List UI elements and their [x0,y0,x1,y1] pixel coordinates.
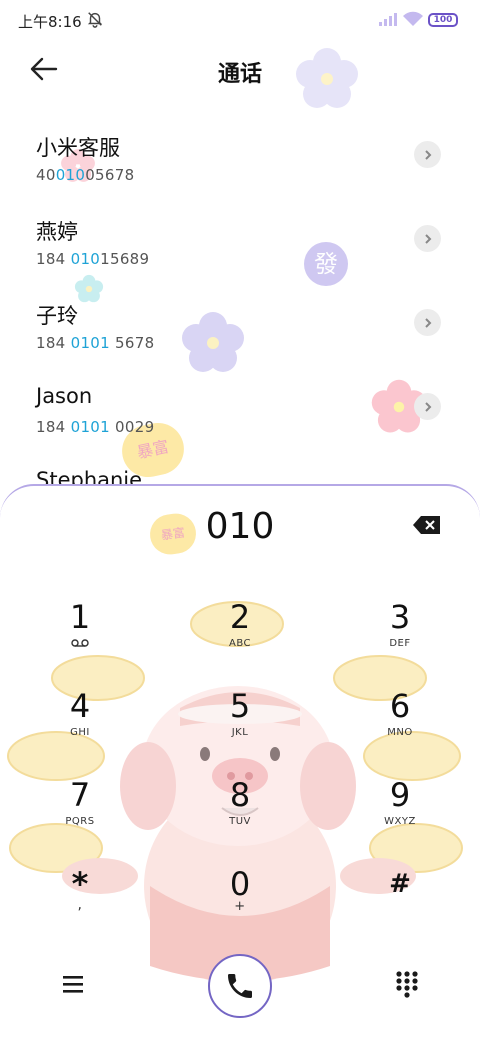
backspace-icon[interactable] [412,515,442,535]
status-bar: 上午8:16 100 [0,0,480,40]
contact-detail-button[interactable] [414,393,441,420]
contact-detail-button[interactable] [414,141,441,168]
signal-icon [379,13,397,26]
wifi-icon [403,11,423,26]
contact-item[interactable]: 小米客服 4001005678 [0,132,480,216]
contact-number: 4001005678 [36,166,135,184]
key-letters: , [77,897,83,913]
key-5[interactable]: 5 JKL [190,687,290,757]
key-1[interactable]: 1 [30,598,130,668]
key-letters: MNO [387,727,413,738]
contact-number: 184 0101 5678 [36,334,155,352]
key-digit: 7 [69,776,91,814]
key-letters: GHI [70,727,90,738]
key-digit: # [389,869,411,899]
dialpad-toggle-icon[interactable] [394,970,420,998]
key-digit: 5 [229,687,251,725]
contact-item[interactable]: 燕婷 184 01015689 [0,216,480,300]
key-digit: 3 [389,598,411,636]
key-letters: TUV [229,816,251,827]
key-7[interactable]: 7 PQRS [30,776,130,846]
key-letters: PQRS [65,816,95,827]
key-letters: DEF [389,638,411,649]
key-letters: ABC [228,638,251,649]
key-6[interactable]: 6 MNO [350,687,450,757]
contact-number: 184 0101 0029 [36,418,155,436]
dialed-number-display: 010 [205,506,275,547]
chevron-right-icon [424,149,431,160]
menu-icon[interactable] [60,972,86,996]
contact-detail-button[interactable] [414,225,441,252]
chevron-right-icon [424,401,431,412]
key-digit: 2 [229,598,251,636]
key-8[interactable]: 8 TUV [190,776,290,846]
battery-indicator: 100 [428,13,458,27]
key-digit: 4 [69,687,91,725]
bell-mute-icon [87,12,103,28]
key-letters: WXYZ [384,816,416,827]
key-digit: 6 [389,687,411,725]
key-2[interactable]: 2 ABC [190,598,290,668]
key-4[interactable]: 4 GHI [30,687,130,757]
key-star[interactable]: * , [30,865,130,935]
contact-number: 184 01015689 [36,250,150,268]
phone-icon [228,974,252,998]
status-time: 上午8:16 [18,13,82,31]
call-button[interactable] [208,954,272,1018]
key-0[interactable]: 0 + [190,865,290,935]
contact-name: 小米客服 [36,136,120,160]
key-hash[interactable]: # [350,865,450,935]
key-letters: + [234,899,246,914]
key-digit: 8 [229,776,251,814]
chevron-right-icon [424,317,431,328]
contact-name: Jason [36,384,93,408]
key-letters: JKL [231,727,249,738]
key-digit: 9 [389,776,411,814]
contact-item[interactable]: 子玲 184 0101 5678 [0,300,480,384]
key-3[interactable]: 3 DEF [350,598,450,668]
key-digit: 1 [69,598,91,636]
key-9[interactable]: 9 WXYZ [350,776,450,846]
voicemail-icon [71,639,89,647]
chevron-right-icon [424,233,431,244]
contact-detail-button[interactable] [414,309,441,336]
contact-name: 燕婷 [36,220,78,244]
page-title: 通话 [217,62,262,87]
contact-item[interactable]: Jason 184 0101 0029 [0,384,480,468]
key-digit: 0 [229,865,251,903]
contact-name: 子玲 [36,304,78,328]
